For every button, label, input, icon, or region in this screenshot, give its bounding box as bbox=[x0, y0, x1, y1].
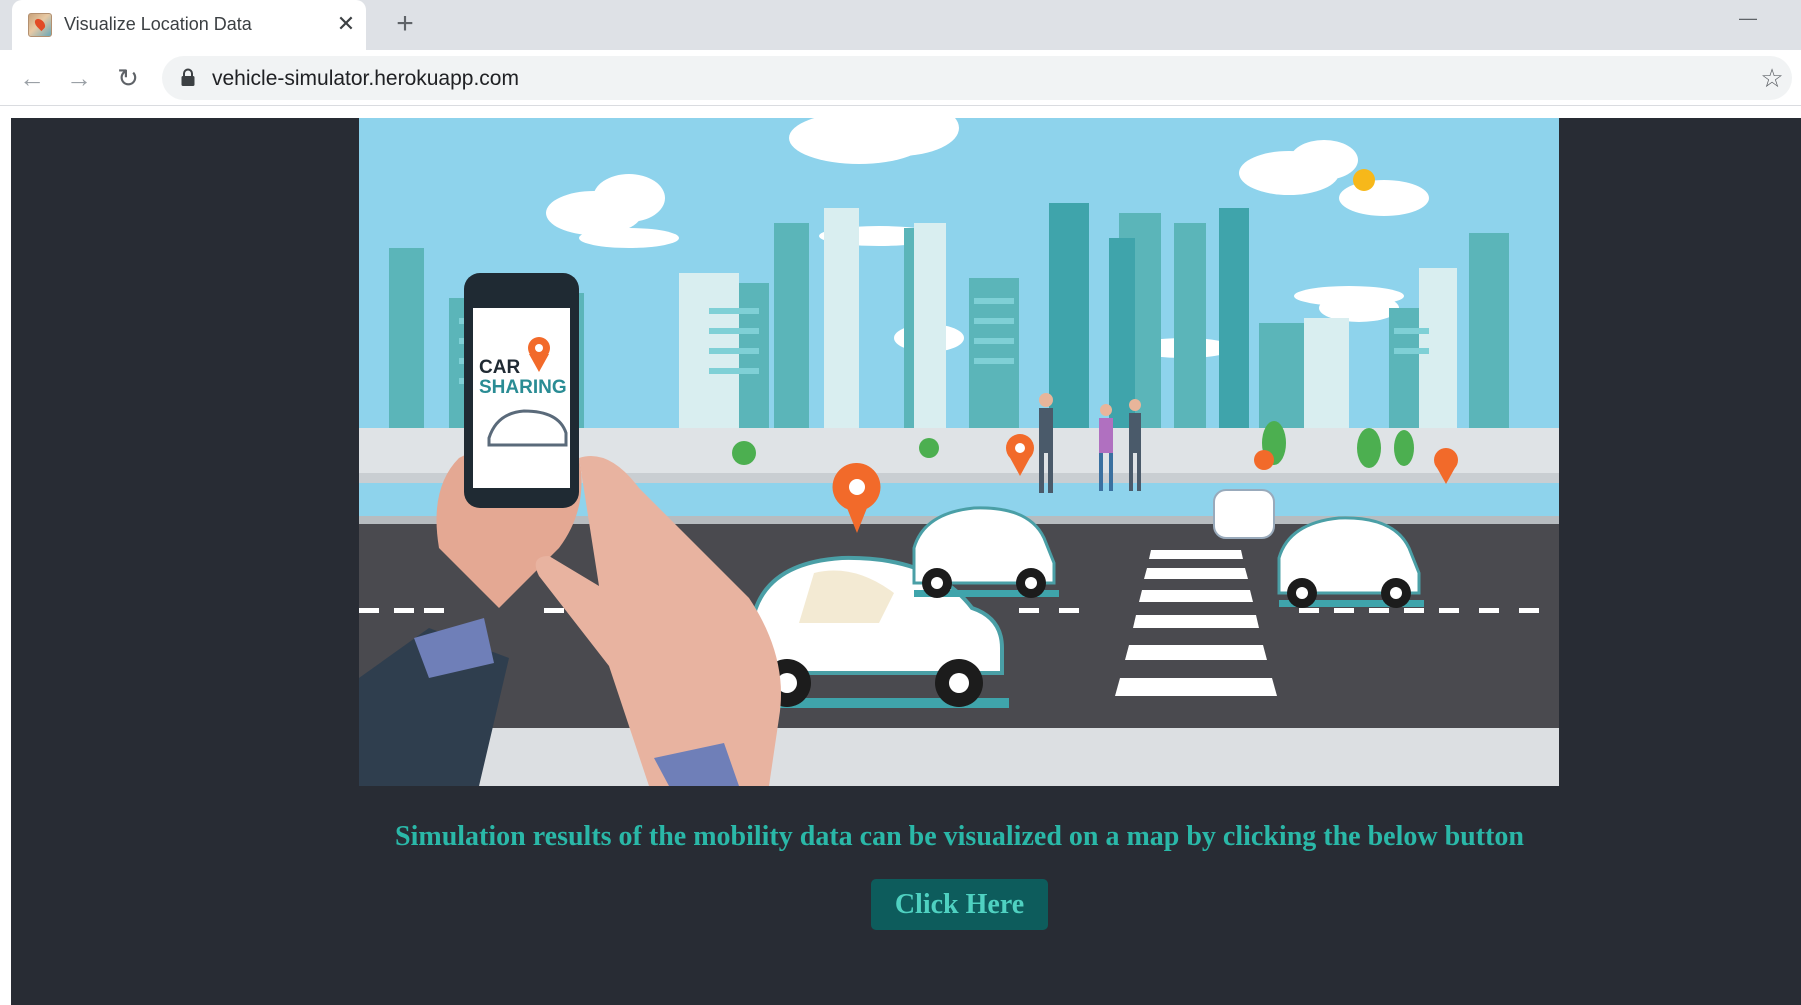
phone-car-text: CAR bbox=[479, 357, 520, 378]
reload-icon[interactable]: ↻ bbox=[112, 62, 144, 94]
page-viewport: CAR SHARING Simulation results of the mo… bbox=[0, 107, 1801, 1005]
minimize-window-icon[interactable]: — bbox=[1736, 6, 1760, 30]
page-body: CAR SHARING Simulation results of the mo… bbox=[11, 118, 1801, 1005]
tab-title: Visualize Location Data bbox=[64, 14, 252, 34]
forward-arrow-icon[interactable]: → bbox=[63, 62, 95, 94]
phone-sharing-text: SHARING bbox=[479, 377, 567, 398]
browser-tab-strip: Visualize Location Data ✕ + — bbox=[0, 0, 1801, 50]
new-tab-icon[interactable]: + bbox=[390, 9, 420, 40]
address-bar[interactable]: vehicle-simulator.herokuapp.com ☆ bbox=[162, 56, 1792, 100]
back-arrow-icon[interactable]: ← bbox=[16, 62, 48, 94]
bookmark-star-icon[interactable]: ☆ bbox=[1758, 64, 1786, 92]
click-here-button[interactable]: Click Here bbox=[871, 879, 1048, 930]
car-sharing-hero-image: CAR SHARING bbox=[359, 118, 1559, 786]
browser-toolbar: ← → ↻ vehicle-simulator.herokuapp.com ☆ bbox=[0, 50, 1801, 106]
car-sharing-illustration: CAR SHARING bbox=[359, 118, 1559, 786]
close-tab-icon[interactable]: ✕ bbox=[334, 12, 358, 36]
site-favicon-icon bbox=[28, 13, 52, 37]
browser-tab[interactable]: Visualize Location Data ✕ bbox=[12, 0, 366, 50]
tagline-text: Simulation results of the mobility data … bbox=[395, 821, 1524, 852]
lock-icon bbox=[181, 68, 195, 86]
url-text[interactable]: vehicle-simulator.herokuapp.com bbox=[212, 67, 519, 91]
